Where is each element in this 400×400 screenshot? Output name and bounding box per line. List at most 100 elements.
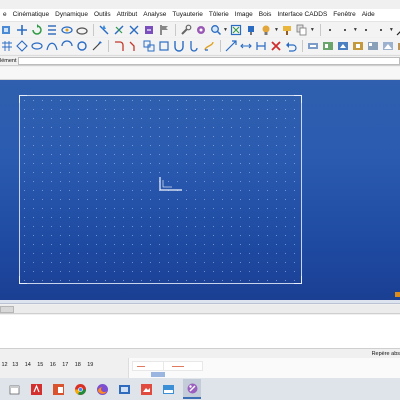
file-explorer-icon[interactable] (7, 382, 21, 396)
viewport-marker (395, 292, 400, 297)
sheet-scrollbar[interactable] (0, 305, 400, 314)
document-tab-strip (0, 67, 400, 80)
undo-icon[interactable] (284, 40, 297, 53)
circle-icon[interactable] (75, 40, 88, 53)
page-number[interactable]: 14 (22, 362, 35, 368)
line-style-icon[interactable] (396, 23, 400, 36)
page-number[interactable]: 18 (72, 362, 85, 368)
chevron-down-icon[interactable]: ▼ (353, 27, 358, 33)
menu-item-dynamique[interactable]: Dynamique (52, 9, 91, 21)
fit-window-icon[interactable] (230, 23, 243, 36)
toolbar-row-1: ▼ ▼ ▼ ▼ ▼ ▼ ▼ (0, 21, 400, 37)
zoom-fit-icon[interactable] (0, 23, 13, 36)
chevron-down-icon[interactable]: ▼ (223, 27, 228, 33)
property-field[interactable] (18, 56, 400, 65)
frame-edge (301, 103, 302, 276)
menu-item-fenetre[interactable]: Fenêtre (330, 9, 358, 21)
dot-icon-2[interactable] (339, 23, 352, 36)
menu-item-tolerie[interactable]: Tôlerie (206, 9, 232, 21)
wrench-icon[interactable] (179, 23, 192, 36)
coil-icon[interactable] (202, 40, 215, 53)
sweep-icon[interactable] (90, 40, 103, 53)
menu-item-bois[interactable]: Bois (256, 9, 275, 21)
menu-item-outils[interactable]: Outils (91, 9, 114, 21)
paint-app-icon[interactable] (161, 382, 175, 396)
scale-icon[interactable] (224, 40, 237, 53)
command-panel[interactable] (0, 315, 400, 349)
scroll-thumb[interactable] (0, 306, 14, 313)
dot-icon[interactable] (324, 23, 337, 36)
office-icon[interactable] (51, 382, 65, 396)
curve-icon[interactable] (45, 40, 58, 53)
hook-icon[interactable] (187, 40, 200, 53)
drawing-viewport[interactable] (0, 80, 400, 300)
menu-item-tuyauterie[interactable]: Tuyauterie (169, 9, 205, 21)
photos-icon[interactable] (139, 382, 153, 396)
menu-item-cinematique[interactable]: Cinématique (10, 9, 53, 21)
ellipse-icon[interactable] (75, 23, 88, 36)
box-icon[interactable] (157, 40, 170, 53)
chevron-down-icon[interactable]: ▼ (389, 27, 394, 33)
zoom-icon[interactable] (209, 23, 222, 36)
u-shape-icon[interactable] (172, 40, 185, 53)
layer3-icon[interactable] (336, 40, 349, 53)
orbit-icon[interactable] (60, 23, 73, 36)
oval-icon[interactable] (30, 40, 43, 53)
layer4-icon[interactable] (351, 40, 364, 53)
delete-icon[interactable] (269, 40, 282, 53)
layer7-icon[interactable] (396, 40, 400, 53)
fillet-icon[interactable] (127, 40, 140, 53)
menu-item-attribut[interactable]: Attribut (114, 9, 141, 21)
hide-icon[interactable] (97, 23, 110, 36)
taskbar (0, 378, 400, 400)
pan-icon[interactable] (142, 23, 155, 36)
app-icon[interactable] (117, 382, 131, 396)
page-number[interactable]: 12 (0, 362, 9, 368)
layer5-icon[interactable] (366, 40, 379, 53)
grid-icon[interactable] (0, 40, 13, 53)
arc-icon[interactable] (60, 40, 73, 53)
copy-icon[interactable] (296, 23, 309, 36)
point-icon[interactable] (112, 23, 125, 36)
layer-icon[interactable] (306, 40, 319, 53)
cross-icon[interactable] (127, 23, 140, 36)
thumbnail-button[interactable] (151, 372, 165, 377)
chrome-icon[interactable] (73, 382, 87, 396)
trim-icon[interactable] (254, 40, 267, 53)
menu-item-interface-cadds[interactable]: Interface CADDS (274, 9, 330, 21)
align-icon[interactable] (45, 23, 58, 36)
menu-item-0[interactable]: e (0, 9, 10, 21)
paint-icon[interactable] (281, 23, 294, 36)
dot-icon-4[interactable] (375, 23, 388, 36)
copy-shape-icon[interactable] (142, 40, 155, 53)
page-number[interactable]: 17 (59, 362, 72, 368)
attach-icon[interactable] (194, 23, 207, 36)
acrobat-icon[interactable] (29, 382, 43, 396)
lamp-icon[interactable] (245, 23, 258, 36)
firefox-icon[interactable] (95, 382, 109, 396)
bend-icon[interactable] (112, 40, 125, 53)
diamond-icon[interactable] (15, 40, 28, 53)
property-label: lément (0, 57, 17, 64)
menu-item-analyse[interactable]: Analyse (140, 9, 169, 21)
chevron-down-icon[interactable]: ▼ (274, 27, 279, 33)
menu-item-aide[interactable]: Aide (359, 9, 378, 21)
menu-item-image[interactable]: Image (232, 9, 256, 21)
toolbar-separator (175, 23, 176, 36)
layer2-icon[interactable] (321, 40, 334, 53)
dot-icon-3[interactable] (360, 23, 373, 36)
thumbnail[interactable] (163, 361, 203, 371)
chevron-down-icon[interactable]: ▼ (310, 27, 315, 33)
page-number[interactable]: 16 (47, 362, 60, 368)
page-number[interactable]: 19 (84, 362, 97, 368)
move-icon[interactable] (15, 23, 28, 36)
page-number[interactable]: 13 (9, 362, 22, 368)
stretch-icon[interactable] (239, 40, 252, 53)
status-coordinate-system: Repère abs (371, 350, 400, 357)
page-number[interactable]: 15 (34, 362, 47, 368)
light-icon[interactable] (260, 23, 273, 36)
cad-app-icon[interactable] (183, 379, 201, 399)
rotate-icon[interactable] (30, 23, 43, 36)
flag-icon[interactable] (157, 23, 170, 36)
layer6-icon[interactable] (381, 40, 394, 53)
